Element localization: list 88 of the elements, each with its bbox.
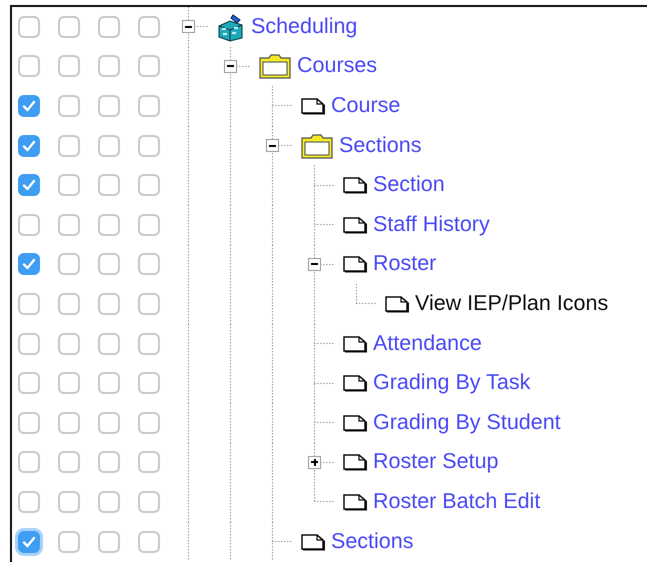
checkbox[interactable] xyxy=(58,292,80,315)
tree-link[interactable]: Grading By Task xyxy=(373,370,530,396)
tree-link[interactable]: Course xyxy=(331,93,400,119)
checkbox[interactable] xyxy=(58,55,80,78)
checkbox[interactable] xyxy=(18,530,40,553)
page-icon xyxy=(300,532,326,551)
checkbox[interactable] xyxy=(58,134,80,157)
checkbox[interactable] xyxy=(98,412,120,434)
collapse-icon[interactable] xyxy=(182,20,195,34)
collapse-icon[interactable] xyxy=(266,139,279,152)
collapse-icon[interactable] xyxy=(224,60,237,73)
tree-link[interactable]: Sections xyxy=(331,528,414,554)
page-icon xyxy=(384,294,410,313)
checkbox[interactable] xyxy=(138,214,160,236)
checkbox[interactable] xyxy=(138,490,160,513)
checkbox[interactable] xyxy=(98,16,120,38)
page-icon xyxy=(342,334,368,353)
checkbox[interactable] xyxy=(98,55,120,78)
checkbox[interactable] xyxy=(58,214,80,236)
page-icon xyxy=(342,374,368,392)
checkbox[interactable] xyxy=(18,451,40,474)
checkbox[interactable] xyxy=(98,490,120,513)
folder-icon xyxy=(258,52,292,80)
checkbox[interactable] xyxy=(138,451,160,474)
checkbox[interactable] xyxy=(58,94,80,117)
checkbox[interactable] xyxy=(18,253,40,276)
page-icon xyxy=(342,255,368,274)
checkbox[interactable] xyxy=(98,214,120,236)
checkbox[interactable] xyxy=(58,451,80,474)
checkbox[interactable] xyxy=(18,134,40,157)
tree-link[interactable]: Courses xyxy=(297,53,378,80)
collapse-icon[interactable] xyxy=(308,258,321,271)
checkbox[interactable] xyxy=(98,134,120,157)
checkbox[interactable] xyxy=(138,55,160,78)
checkbox[interactable] xyxy=(98,253,120,276)
checkbox[interactable] xyxy=(18,490,40,513)
checkbox[interactable] xyxy=(18,16,40,38)
tree-link[interactable]: Scheduling xyxy=(251,14,358,40)
checkbox[interactable] xyxy=(98,174,120,196)
checkbox[interactable] xyxy=(18,332,40,355)
checkbox[interactable] xyxy=(138,530,160,553)
checkbox[interactable] xyxy=(98,451,120,474)
checkbox[interactable] xyxy=(98,372,120,394)
checkbox[interactable] xyxy=(18,412,40,434)
checkbox[interactable] xyxy=(18,372,40,394)
page-icon xyxy=(342,492,368,511)
checkbox[interactable] xyxy=(58,530,80,553)
checkbox[interactable] xyxy=(58,332,80,355)
checkbox[interactable] xyxy=(138,94,160,117)
tree-label: View IEP/Plan Icons xyxy=(415,291,608,317)
checkbox[interactable] xyxy=(18,214,40,236)
folder-icon xyxy=(300,132,334,160)
tree-link[interactable]: Roster Setup xyxy=(373,449,498,476)
page-icon xyxy=(342,216,368,234)
tree-link[interactable]: Attendance xyxy=(373,330,482,356)
checkbox[interactable] xyxy=(138,16,160,38)
checkbox[interactable] xyxy=(138,253,160,276)
checkbox[interactable] xyxy=(58,490,80,513)
checkbox[interactable] xyxy=(58,372,80,394)
tree-link[interactable]: Roster xyxy=(373,251,436,278)
checkbox[interactable] xyxy=(18,292,40,315)
checkbox[interactable] xyxy=(138,292,160,315)
checkbox[interactable] xyxy=(138,332,160,355)
page-icon xyxy=(342,176,368,194)
checkbox[interactable] xyxy=(18,94,40,117)
tree-link[interactable]: Grading By Student xyxy=(373,410,561,436)
checkbox[interactable] xyxy=(138,412,160,434)
tree-link[interactable]: Sections xyxy=(339,132,422,158)
checkbox[interactable] xyxy=(138,134,160,157)
checkbox[interactable] xyxy=(138,372,160,394)
tree-link[interactable]: Section xyxy=(373,172,445,198)
checkbox[interactable] xyxy=(98,292,120,315)
checkbox[interactable] xyxy=(58,412,80,434)
tree-link[interactable]: Roster Batch Edit xyxy=(373,489,540,515)
checkbox[interactable] xyxy=(98,530,120,553)
tree-link[interactable]: Staff History xyxy=(373,212,490,238)
checkbox[interactable] xyxy=(18,55,40,78)
checkbox[interactable] xyxy=(58,174,80,196)
page-icon xyxy=(342,414,368,432)
page-icon xyxy=(300,96,326,115)
expand-icon[interactable] xyxy=(308,456,321,469)
checkbox[interactable] xyxy=(18,174,40,196)
checkbox[interactable] xyxy=(98,332,120,355)
checkbox[interactable] xyxy=(58,16,80,38)
checkbox[interactable] xyxy=(138,174,160,196)
page-icon xyxy=(342,453,368,472)
checkbox[interactable] xyxy=(58,253,80,276)
checkbox[interactable] xyxy=(98,94,120,117)
